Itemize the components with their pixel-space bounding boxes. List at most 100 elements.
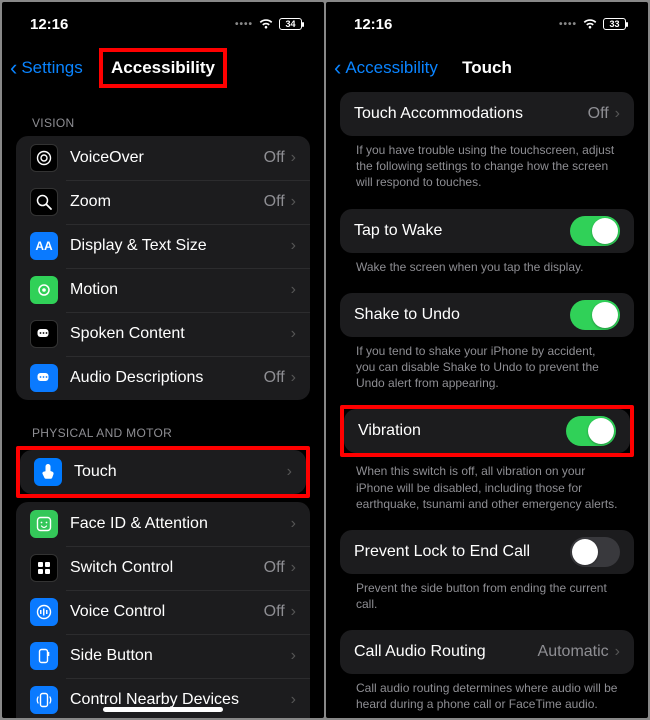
- group-vision: VoiceOver Off › Zoom Off › AA Display & …: [16, 136, 310, 400]
- row-shake[interactable]: Shake to Undo: [340, 293, 634, 337]
- row-label: Touch: [74, 463, 287, 481]
- nav-bar: ‹ Settings Accessibility: [2, 46, 324, 90]
- nav-bar: ‹ Accessibility Touch: [326, 46, 648, 90]
- battery-icon: 33: [603, 18, 626, 30]
- chevron-left-icon: ‹: [334, 57, 341, 79]
- row-label: Audio Descriptions: [70, 369, 264, 387]
- chevron-right-icon: ›: [291, 369, 296, 387]
- switch-tapwake[interactable]: [570, 216, 620, 246]
- wifi-icon: [258, 18, 274, 30]
- row-faceid[interactable]: Face ID & Attention ›: [16, 502, 310, 546]
- vibration-highlight: Vibration: [340, 405, 634, 457]
- row-touch[interactable]: Touch ›: [20, 450, 306, 494]
- chevron-left-icon: ‹: [10, 57, 17, 79]
- right-phone: 12:16 •••• 33 ‹ Accessibility Touch Touc…: [326, 2, 648, 718]
- row-value: Off: [264, 369, 285, 387]
- touch-highlight: Touch ›: [16, 446, 310, 498]
- chevron-right-icon: ›: [291, 325, 296, 343]
- row-touch-accom[interactable]: Touch Accommodations Off ›: [340, 92, 634, 136]
- row-label: Vibration: [358, 422, 566, 440]
- footer-shake: If you tend to shake your iPhone by acci…: [340, 337, 634, 394]
- footer-tapwake: Wake the screen when you tap the display…: [340, 253, 634, 277]
- chevron-right-icon: ›: [615, 643, 620, 661]
- row-audio-desc[interactable]: Audio Descriptions Off ›: [16, 356, 310, 400]
- chevron-right-icon: ›: [291, 193, 296, 211]
- footer-accom: If you have trouble using the touchscree…: [340, 136, 634, 193]
- side-button-icon: [30, 642, 58, 670]
- row-label: Prevent Lock to End Call: [354, 543, 570, 561]
- audio-desc-icon: [30, 364, 58, 392]
- group-motor-rest: Face ID & Attention › Switch Control Off…: [16, 502, 310, 718]
- row-routing[interactable]: Call Audio Routing Automatic ›: [340, 630, 634, 674]
- group-shake: Shake to Undo: [340, 293, 634, 337]
- row-label: Voice Control: [70, 603, 264, 621]
- row-nearby[interactable]: Control Nearby Devices ›: [16, 678, 310, 718]
- left-phone: 12:16 •••• 34 ‹ Settings Accessibility V…: [2, 2, 324, 718]
- group-tapwake: Tap to Wake: [340, 209, 634, 253]
- row-switch-control[interactable]: Switch Control Off ›: [16, 546, 310, 590]
- content-right: Touch Accommodations Off › If you have t…: [326, 90, 648, 718]
- row-voiceover[interactable]: VoiceOver Off ›: [16, 136, 310, 180]
- chevron-right-icon: ›: [291, 281, 296, 299]
- row-label: Display & Text Size: [70, 237, 291, 255]
- row-side-button[interactable]: Side Button ›: [16, 634, 310, 678]
- section-header-motor: PHYSICAL AND MOTOR: [16, 418, 310, 446]
- motion-icon: [30, 276, 58, 304]
- back-button[interactable]: ‹ Settings: [10, 57, 83, 79]
- battery-icon: 34: [279, 18, 302, 30]
- signal-icon: ••••: [235, 19, 253, 30]
- touch-icon: [34, 458, 62, 486]
- chevron-right-icon: ›: [291, 603, 296, 621]
- row-value: Off: [264, 149, 285, 167]
- row-label: Spoken Content: [70, 325, 291, 343]
- back-label: Settings: [21, 58, 82, 78]
- row-label: Switch Control: [70, 559, 264, 577]
- chevron-right-icon: ›: [615, 105, 620, 123]
- signal-icon: ••••: [559, 19, 577, 30]
- row-vibration[interactable]: Vibration: [344, 409, 630, 453]
- text-size-icon: AA: [30, 232, 58, 260]
- nearby-icon: [30, 686, 58, 714]
- status-time: 12:16: [30, 16, 68, 33]
- chevron-right-icon: ›: [291, 691, 296, 709]
- switch-shake[interactable]: [570, 300, 620, 330]
- home-indicator: [103, 707, 223, 712]
- row-value: Off: [264, 193, 285, 211]
- chevron-right-icon: ›: [291, 647, 296, 665]
- row-label: Zoom: [70, 193, 264, 211]
- footer-routing: Call audio routing determines where audi…: [340, 674, 634, 714]
- row-zoom[interactable]: Zoom Off ›: [16, 180, 310, 224]
- row-spoken[interactable]: Spoken Content ›: [16, 312, 310, 356]
- chevron-right-icon: ›: [291, 515, 296, 533]
- row-motion[interactable]: Motion ›: [16, 268, 310, 312]
- status-time: 12:16: [354, 16, 392, 33]
- footer-prevent: Prevent the side button from ending the …: [340, 574, 634, 614]
- status-bar: 12:16 •••• 33: [326, 2, 648, 46]
- row-tapwake[interactable]: Tap to Wake: [340, 209, 634, 253]
- chevron-right-icon: ›: [291, 237, 296, 255]
- chevron-right-icon: ›: [291, 559, 296, 577]
- footer-vibration: When this switch is off, all vibration o…: [340, 457, 634, 514]
- row-value: Off: [264, 559, 285, 577]
- group-vibration: Vibration: [344, 409, 630, 453]
- switch-vibration[interactable]: [566, 416, 616, 446]
- row-label: Motion: [70, 281, 291, 299]
- voice-control-icon: [30, 598, 58, 626]
- spoken-content-icon: [30, 320, 58, 348]
- chevron-right-icon: ›: [287, 463, 292, 481]
- row-display-text[interactable]: AA Display & Text Size ›: [16, 224, 310, 268]
- switch-prevent[interactable]: [570, 537, 620, 567]
- row-label: Shake to Undo: [354, 306, 570, 324]
- switch-control-icon: [30, 554, 58, 582]
- row-prevent[interactable]: Prevent Lock to End Call: [340, 530, 634, 574]
- wifi-icon: [582, 18, 598, 30]
- back-button[interactable]: ‹ Accessibility: [334, 57, 438, 79]
- group-accom: Touch Accommodations Off ›: [340, 92, 634, 136]
- group-touch-single: Touch ›: [20, 450, 306, 494]
- row-value: Off: [588, 105, 609, 123]
- row-label: Face ID & Attention: [70, 515, 291, 533]
- row-label: Tap to Wake: [354, 222, 570, 240]
- chevron-right-icon: ›: [291, 149, 296, 167]
- row-voice-control[interactable]: Voice Control Off ›: [16, 590, 310, 634]
- row-label: Touch Accommodations: [354, 105, 588, 123]
